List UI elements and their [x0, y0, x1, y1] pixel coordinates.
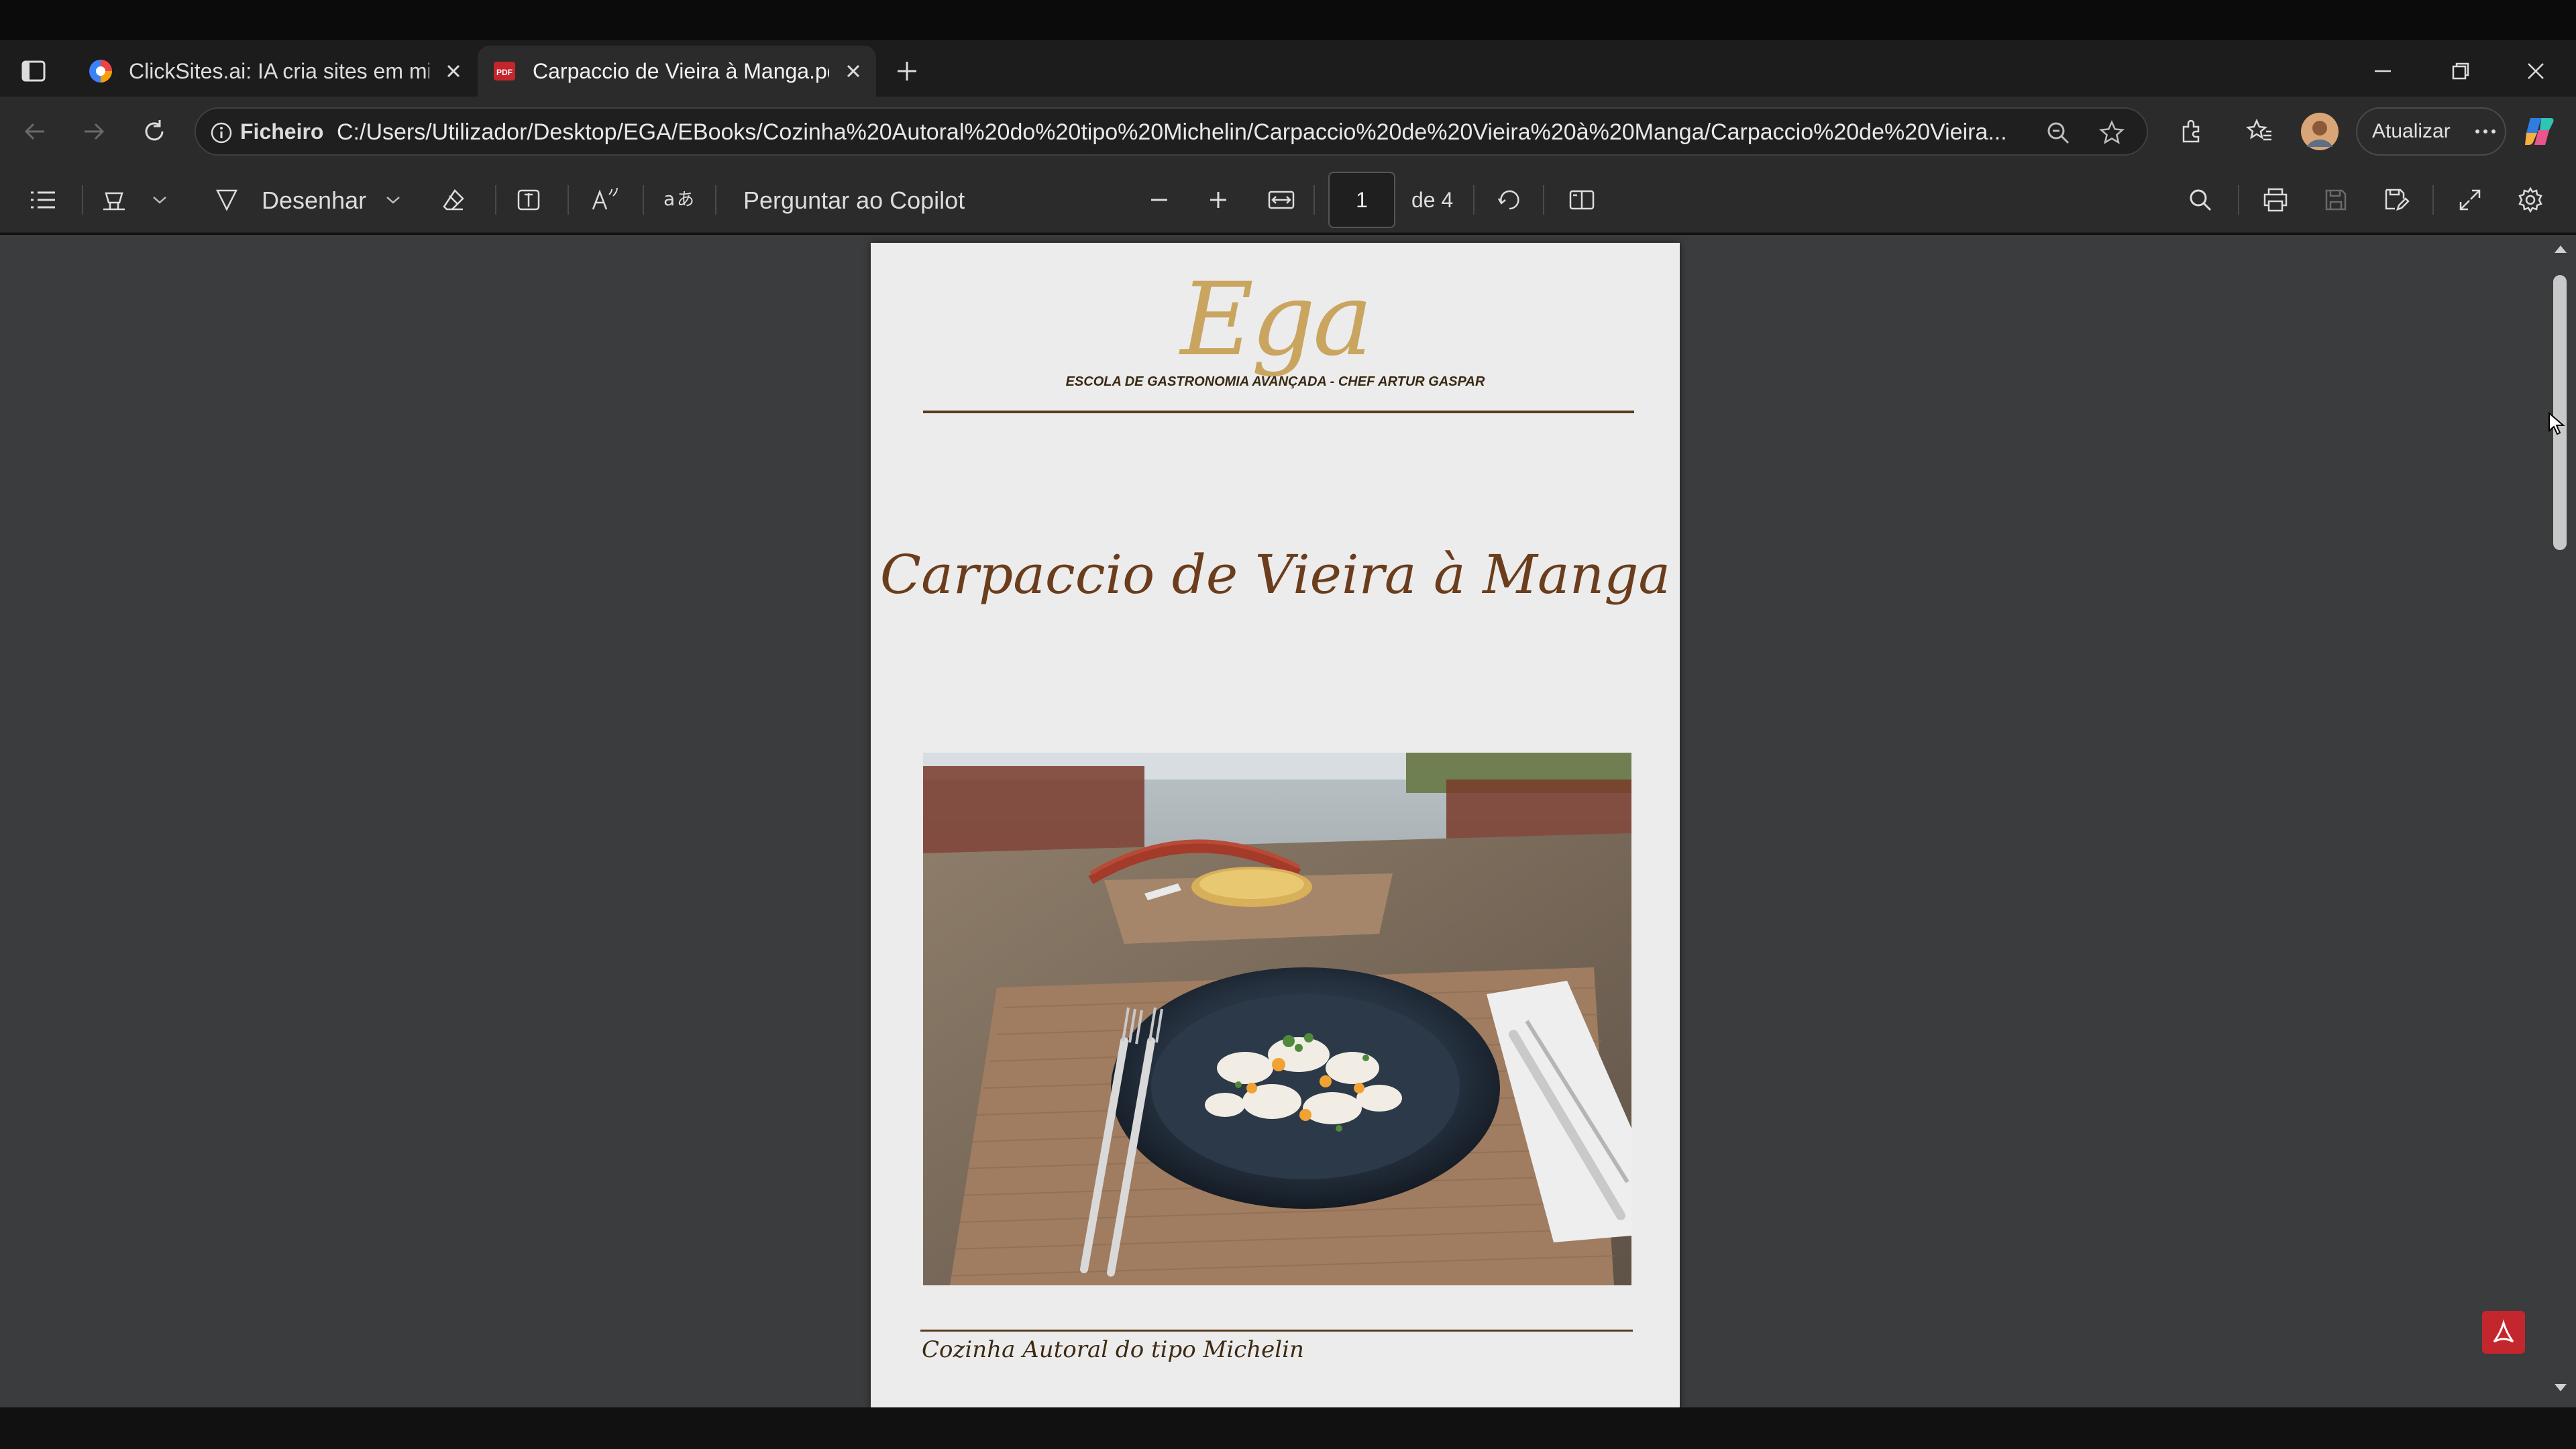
extensions-icon[interactable] — [2169, 110, 2212, 153]
logo-text: Ega — [1180, 262, 1373, 378]
svg-text:a: a — [663, 188, 675, 210]
tab-title: Carpaccio de Vieira à Manga.pdf — [533, 58, 829, 83]
pdf-toolbar: Desenhar aあ Perguntar ao Copilot 1 de 4 — [0, 166, 2576, 233]
document-title: Carpaccio de Vieira à Manga — [879, 543, 1671, 606]
tab-actions-icon[interactable] — [15, 52, 52, 90]
read-aloud-icon[interactable] — [586, 184, 624, 216]
update-label: Atualizar — [2372, 120, 2451, 142]
refresh-icon[interactable] — [133, 110, 176, 153]
url-text[interactable]: C:/Users/Utilizador/Desktop/EGA/EBooks/C… — [337, 119, 2027, 146]
text-box-icon[interactable] — [510, 184, 547, 216]
svg-text:あ: あ — [677, 190, 694, 210]
gear-icon[interactable] — [2512, 184, 2549, 216]
draw-pen-icon[interactable] — [208, 184, 246, 216]
save-icon[interactable] — [2317, 184, 2355, 216]
divider — [923, 411, 1634, 413]
page-footer: Cozinha Autoral do tipo Michelin — [922, 1336, 1304, 1363]
ask-copilot-button[interactable]: Perguntar ao Copilot — [743, 186, 965, 215]
chrome-like-favicon — [87, 58, 114, 85]
divider — [920, 1330, 1633, 1332]
search-icon[interactable] — [2182, 184, 2219, 216]
tab-clicksites[interactable]: ClickSites.ai: IA cria sites em minu — [74, 46, 476, 97]
acrobat-icon[interactable] — [2482, 1311, 2525, 1354]
page-number-input[interactable]: 1 — [1328, 172, 1395, 228]
translate-icon[interactable]: aあ — [657, 184, 700, 216]
page-view-icon[interactable] — [1563, 184, 1601, 216]
address-toolbar: Ficheiro C:/Users/Utilizador/Desktop/EGA… — [0, 97, 2576, 166]
eraser-icon[interactable] — [435, 184, 472, 216]
dish-photo — [923, 753, 1631, 1285]
scheme-label: Ficheiro — [240, 119, 324, 144]
update-button[interactable]: Atualizar — [2356, 107, 2506, 156]
draw-label[interactable]: Desenhar — [262, 186, 366, 215]
tab-pdf[interactable]: PDF Carpaccio de Vieira à Manga.pdf — [478, 46, 876, 97]
fullscreen-icon[interactable] — [2451, 184, 2489, 216]
close-icon[interactable] — [844, 62, 863, 80]
zoom-out-icon[interactable] — [1140, 184, 1178, 216]
fit-width-icon[interactable] — [1261, 184, 1301, 216]
print-icon[interactable] — [2257, 184, 2294, 216]
favorite-star-icon[interactable] — [2096, 117, 2128, 149]
zoom-icon[interactable] — [2042, 117, 2074, 149]
back-icon[interactable] — [13, 110, 56, 153]
contents-list-icon[interactable] — [24, 184, 62, 216]
page-total: de 4 — [1411, 188, 1454, 212]
copilot-icon[interactable] — [2517, 109, 2563, 154]
new-tab-icon[interactable] — [885, 50, 928, 93]
restore-icon[interactable] — [2439, 50, 2482, 93]
close-window-icon[interactable] — [2514, 50, 2557, 93]
zoom-in-icon[interactable] — [1199, 184, 1237, 216]
more-options-icon[interactable] — [2473, 127, 2498, 136]
address-bar[interactable]: Ficheiro C:/Users/Utilizador/Desktop/EGA… — [195, 107, 2148, 156]
svg-text:PDF: PDF — [496, 68, 513, 77]
mouse-cursor-icon — [2546, 411, 2567, 437]
minimize-icon[interactable] — [2361, 50, 2404, 93]
scroll-down-icon[interactable] — [2552, 1379, 2569, 1397]
close-icon[interactable] — [444, 62, 463, 80]
tab-title: ClickSites.ai: IA cria sites em minu — [129, 58, 429, 83]
pdf-favicon: PDF — [491, 58, 518, 85]
highlight-icon[interactable] — [95, 184, 133, 216]
forward-icon[interactable] — [72, 110, 115, 153]
favorites-icon[interactable] — [2238, 110, 2281, 153]
chevron-down-icon[interactable] — [381, 189, 405, 211]
save-as-icon[interactable] — [2377, 184, 2415, 216]
tab-strip: ClickSites.ai: IA cria sites em minu PDF… — [0, 40, 2576, 97]
pdf-viewer[interactable]: Ega ESCOLA DE GASTRONOMIA AVANÇADA - CHE… — [0, 235, 2576, 1407]
bottom-bar — [0, 1407, 2576, 1449]
pdf-page: Ega ESCOLA DE GASTRONOMIA AVANÇADA - CHE… — [871, 243, 1680, 1407]
logo-subtitle: ESCOLA DE GASTRONOMIA AVANÇADA - CHEF AR… — [1065, 374, 1485, 389]
scroll-up-icon[interactable] — [2552, 240, 2569, 258]
chevron-down-icon[interactable] — [148, 189, 172, 211]
avatar[interactable] — [2298, 110, 2341, 153]
info-icon[interactable] — [208, 119, 235, 146]
rotate-icon[interactable] — [1491, 184, 1528, 216]
